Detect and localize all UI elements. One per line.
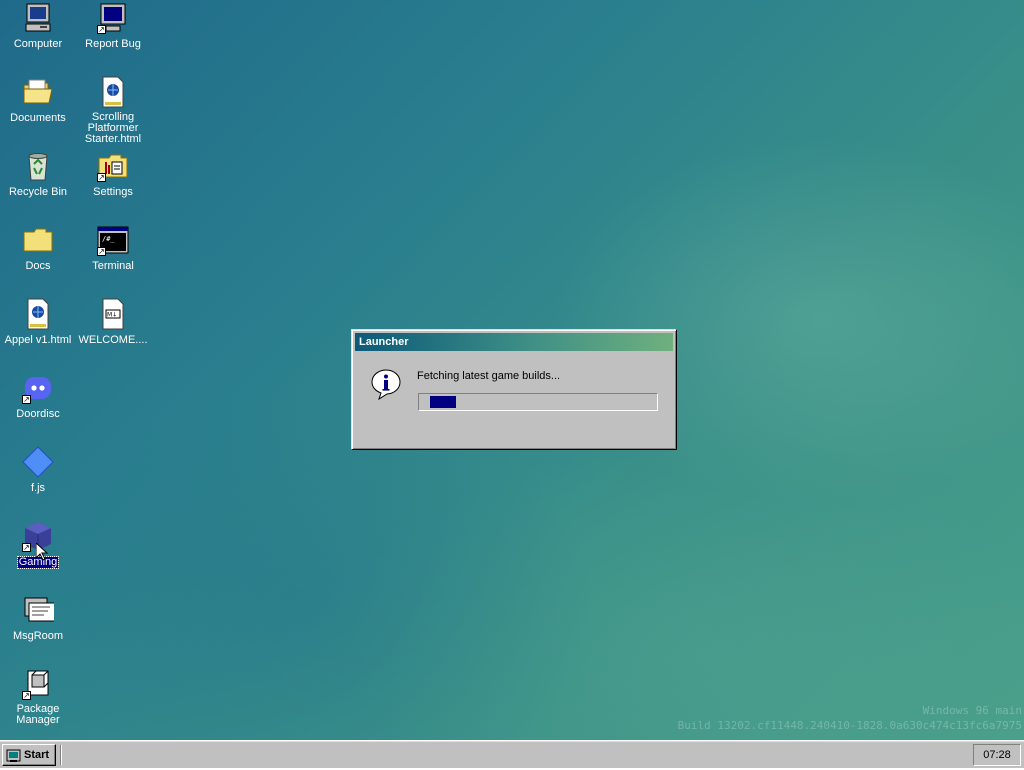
desktop-icon-appel[interactable]: Appel v1.html [1, 298, 75, 346]
desktop[interactable]: Computer Documents Recycle Bin Docs Appe… [0, 0, 1024, 740]
icon-label: Package Manager [16, 703, 60, 726]
shortcut-arrow-icon: ↗ [97, 25, 106, 34]
desktop-icon-doordisc[interactable]: ↗ Doordisc [1, 372, 75, 420]
icon-label: Docs [25, 260, 51, 272]
icon-label: Computer [13, 38, 63, 50]
icon-label: Documents [10, 112, 66, 124]
icon-label: Report Bug [85, 38, 141, 50]
shortcut-arrow-icon: ↗ [22, 691, 31, 700]
html-file-icon [97, 76, 129, 108]
watermark-line-1: Windows 96 main [922, 704, 1022, 717]
desktop-icon-terminal[interactable]: /#_ ↗ Terminal [76, 224, 150, 272]
desktop-icon-scrolling-platformer[interactable]: Scrolling Platformer Starter.html [76, 76, 150, 145]
start-logo-icon [6, 747, 22, 763]
desktop-icon-fjs[interactable]: f.js [1, 446, 75, 494]
icon-label: Appel v1.html [4, 334, 72, 346]
build-watermark: Windows 96 main Build 13202.cf11448.2404… [678, 703, 1022, 733]
launcher-dialog[interactable]: Launcher Fetching latest game builds... [351, 329, 677, 450]
shortcut-arrow-icon: ↗ [97, 247, 106, 256]
package-icon: ↗ [22, 668, 54, 700]
desktop-icon-settings[interactable]: ↗ Settings [76, 150, 150, 198]
svg-text:/#_: /#_ [102, 235, 115, 243]
desktop-icon-docs[interactable]: Docs [1, 224, 75, 272]
desktop-icon-documents[interactable]: Documents [1, 76, 75, 124]
start-button[interactable]: Start [2, 744, 56, 766]
mouse-cursor-icon [35, 541, 49, 561]
diamond-icon [22, 446, 54, 478]
desktop-icon-computer[interactable]: Computer [1, 2, 75, 50]
icon-label: MsgRoom [12, 630, 64, 642]
icon-label: f.js [30, 482, 46, 494]
icon-label: Terminal [92, 260, 134, 272]
recycle-bin-icon [22, 150, 54, 182]
taskbar-separator [60, 745, 62, 765]
progress-bar [418, 393, 658, 411]
progress-fill [430, 396, 456, 408]
desktop-icon-recycle-bin[interactable]: Recycle Bin [1, 150, 75, 198]
icon-label: Settings [93, 186, 133, 198]
markdown-file-icon: M↓ [97, 298, 129, 330]
dialog-title[interactable]: Launcher [355, 333, 673, 351]
shortcut-arrow-icon: ↗ [22, 395, 31, 404]
icon-label: Doordisc [16, 408, 60, 420]
icon-label: Scrolling Platformer Starter.html [84, 111, 142, 145]
info-icon [370, 368, 402, 401]
desktop-icon-package-manager[interactable]: ↗ Package Manager [1, 668, 75, 726]
desktop-icon-report-bug[interactable]: ↗ Report Bug [76, 2, 150, 50]
html-file-icon [22, 298, 54, 330]
shortcut-arrow-icon: ↗ [97, 173, 106, 182]
desktop-icon-msgroom[interactable]: MsgRoom [1, 594, 75, 642]
computer-icon [22, 2, 54, 34]
icon-label: Recycle Bin [8, 186, 68, 198]
folder-icon [22, 224, 54, 256]
terminal-icon: /#_ ↗ [97, 224, 129, 256]
chat-icon [22, 594, 54, 626]
start-label: Start [24, 749, 50, 761]
dialog-message: Fetching latest game builds... [417, 370, 561, 382]
open-folder-icon [22, 76, 54, 108]
desktop-icon-welcome[interactable]: M↓ WELCOME.... [76, 298, 150, 346]
svg-text:M↓: M↓ [107, 312, 117, 319]
settings-folder-icon: ↗ [97, 150, 129, 182]
taskbar: Start 07:28 [0, 740, 1024, 768]
icon-label: WELCOME.... [78, 334, 148, 346]
monitor-shortcut-icon: ↗ [97, 2, 129, 34]
watermark-line-2: Build 13202.cf11448.240410-1828.0a630c47… [677, 719, 1022, 732]
shortcut-arrow-icon: ↗ [22, 543, 31, 552]
discord-icon: ↗ [22, 372, 54, 404]
system-tray-clock[interactable]: 07:28 [973, 744, 1021, 766]
